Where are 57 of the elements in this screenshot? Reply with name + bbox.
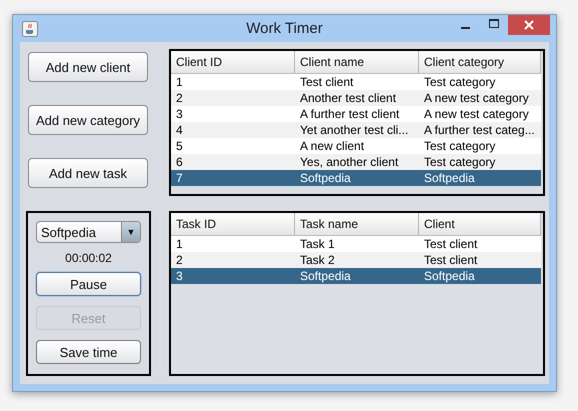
table-cell-text: 2 (175, 90, 184, 106)
table-cell-text: 2 (175, 252, 184, 268)
table-cell-text: 5 (175, 138, 184, 154)
table-cell-text: A further test client (299, 106, 400, 122)
action-button[interactable]: Add new task (28, 158, 148, 188)
coffee-cup-icon (22, 20, 38, 36)
table-cell-text: Test category (423, 138, 496, 154)
selected-table-row[interactable]: 3 Softpedia Softpedia (171, 268, 541, 284)
table-cell-text: 6 (175, 154, 184, 170)
table-cell-text: A new test category (423, 106, 530, 122)
table-cell-text: Task 1 (299, 236, 336, 252)
table-cell-text: Test category (423, 74, 496, 90)
table-row[interactable]: 1 Task 1 Test client (171, 236, 541, 252)
column-header[interactable]: Task name (295, 213, 419, 235)
column-header[interactable]: Client name (295, 51, 419, 73)
table-row[interactable]: 3 A further test client A new test category (171, 106, 541, 122)
dropdown-value: Softpedia (40, 224, 97, 240)
table-cell-text: A new client (299, 138, 366, 154)
table-cell-text: Test client (423, 252, 478, 268)
table-cell-text: Test client (423, 236, 478, 252)
selected-table-row[interactable]: 7 Softpedia Softpedia (171, 170, 541, 186)
table-cell-text: 4 (175, 122, 184, 138)
table-row[interactable]: 5 A new client Test category (171, 138, 541, 154)
column-header[interactable]: Client ID (171, 51, 295, 73)
action-button[interactable]: Add new client (28, 52, 148, 82)
close-icon[interactable] (508, 15, 550, 35)
table-cell-text: A further test categ... (423, 122, 536, 138)
column-header[interactable]: Client category (419, 51, 541, 73)
action-button[interactable]: Add new category (28, 105, 148, 135)
table-cell-text: Yes, another client (299, 154, 400, 170)
table-cell-text: A new test category (423, 90, 530, 106)
table-cell-text: Another test client (299, 90, 398, 106)
timer-button[interactable]: Save time (36, 340, 141, 364)
column-header[interactable]: Client (419, 213, 541, 235)
table-cell-text: Test category (423, 154, 496, 170)
client-dropdown[interactable]: Softpedia ▼ (36, 221, 141, 243)
table-cell-text: Softpedia (299, 170, 352, 186)
table-cell-text: 3 (175, 106, 184, 122)
table-row[interactable]: 2 Another test client A new test category (171, 90, 541, 106)
column-header[interactable]: Task ID (171, 213, 295, 235)
table-cell-text: Softpedia (299, 268, 352, 284)
table-cell-text: 1 (175, 74, 184, 90)
table-cell-text: Softpedia (423, 170, 476, 186)
table-cell-text: Test client (299, 74, 354, 90)
window-title: Work Timer (246, 20, 323, 37)
table-row[interactable]: 6 Yes, another client Test category (171, 154, 541, 170)
table-cell-text: 3 (175, 268, 184, 284)
elapsed-time: 00:00:02 (65, 251, 112, 265)
table-row[interactable]: 1 Test client Test category (171, 74, 541, 90)
table-cell-text: Softpedia (423, 268, 476, 284)
table-row[interactable]: 4 Yet another test cli... A further test categ... (171, 122, 541, 138)
table-cell-text: 1 (175, 236, 184, 252)
table-cell-text: Yet another test cli... (299, 122, 410, 138)
table-cell-text: 7 (175, 170, 184, 186)
table-row[interactable]: 2 Task 2 Test client (171, 252, 541, 268)
timer-button[interactable]: Pause (36, 272, 141, 296)
table-cell-text: Task 2 (299, 252, 336, 268)
